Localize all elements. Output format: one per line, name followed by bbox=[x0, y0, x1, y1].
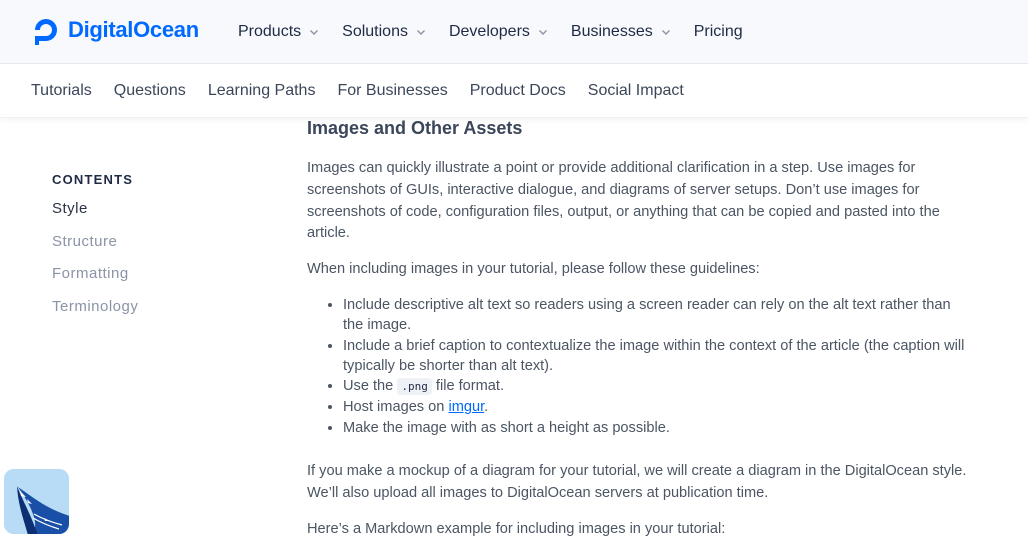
digitalocean-logo[interactable]: DigitalOcean bbox=[31, 15, 199, 45]
subnav-learning-paths[interactable]: Learning Paths bbox=[208, 82, 316, 100]
list-item: Make the image with as short a height as… bbox=[343, 418, 967, 438]
nav-solutions-label: Solutions bbox=[342, 23, 408, 40]
imgur-link[interactable]: imgur bbox=[448, 399, 484, 415]
list-item-text: . bbox=[484, 399, 489, 416]
list-item-text: Use the bbox=[343, 378, 398, 395]
paragraph-images-intro: Images can quickly illustrate a point or… bbox=[307, 160, 940, 242]
subnav-tutorials[interactable]: Tutorials bbox=[31, 82, 92, 100]
nav-businesses-label: Businesses bbox=[570, 23, 653, 40]
sammy-shark-icon bbox=[4, 469, 69, 534]
subnav-product-docs[interactable]: Product Docs bbox=[470, 82, 566, 100]
guidelines-list: Include descriptive alt text so readers … bbox=[343, 295, 967, 438]
chevron-down-icon bbox=[416, 30, 425, 35]
list-item: Include descriptive alt text so readers … bbox=[343, 295, 967, 336]
nav-businesses[interactable]: Businesses bbox=[571, 23, 671, 41]
paragraph-guidelines-intro: When including images in your tutorial, … bbox=[307, 261, 760, 278]
nav-products[interactable]: Products bbox=[238, 23, 319, 41]
brand-name: DigitalOcean bbox=[68, 17, 199, 42]
toc-item-style[interactable]: Style bbox=[52, 200, 138, 233]
section-heading: Images and Other Assets bbox=[307, 118, 523, 138]
list-item: Use the .png file format. bbox=[343, 376, 967, 397]
list-item-text: file format. bbox=[431, 378, 505, 395]
community-subnav: Tutorials Questions Learning Paths For B… bbox=[0, 64, 1028, 118]
chevron-down-icon bbox=[310, 30, 319, 35]
list-item-text: Host images on bbox=[343, 399, 449, 416]
toc-heading: CONTENTS bbox=[52, 172, 134, 187]
digitalocean-logo-icon bbox=[35, 19, 57, 45]
toc-item-terminology[interactable]: Terminology bbox=[52, 298, 138, 331]
main-nav: Products Solutions Developers Businesses… bbox=[238, 0, 766, 64]
nav-pricing[interactable]: Pricing bbox=[694, 23, 743, 41]
nav-solutions[interactable]: Solutions bbox=[342, 23, 426, 41]
chevron-down-icon bbox=[661, 30, 670, 35]
nav-products-label: Products bbox=[238, 23, 302, 40]
list-item: Include a brief caption to contextualize… bbox=[343, 336, 967, 377]
toc-item-structure[interactable]: Structure bbox=[52, 233, 138, 266]
subnav-for-businesses[interactable]: For Businesses bbox=[337, 82, 447, 100]
list-item: Host images on imgur. bbox=[343, 397, 967, 417]
subnav-social-impact[interactable]: Social Impact bbox=[588, 82, 684, 100]
nav-developers[interactable]: Developers bbox=[449, 23, 548, 41]
chat-widget-button[interactable] bbox=[4, 469, 69, 534]
inline-code: .png bbox=[397, 378, 432, 396]
toc-item-formatting[interactable]: Formatting bbox=[52, 265, 138, 298]
article-content: Images and Other Assets Images can quick… bbox=[307, 118, 967, 546]
nav-developers-label: Developers bbox=[448, 23, 530, 40]
table-of-contents: CONTENTS Style Structure Formatting Term… bbox=[52, 172, 138, 330]
nav-pricing-label: Pricing bbox=[693, 23, 743, 40]
chevron-down-icon bbox=[538, 30, 547, 35]
paragraph-markdown-example: Here’s a Markdown example for including … bbox=[307, 520, 726, 537]
top-navbar: DigitalOcean Products Solutions Develope… bbox=[0, 0, 1028, 64]
paragraph-diagram-mockup: If you make a mockup of a diagram for yo… bbox=[307, 463, 967, 501]
subnav-questions[interactable]: Questions bbox=[114, 82, 186, 100]
